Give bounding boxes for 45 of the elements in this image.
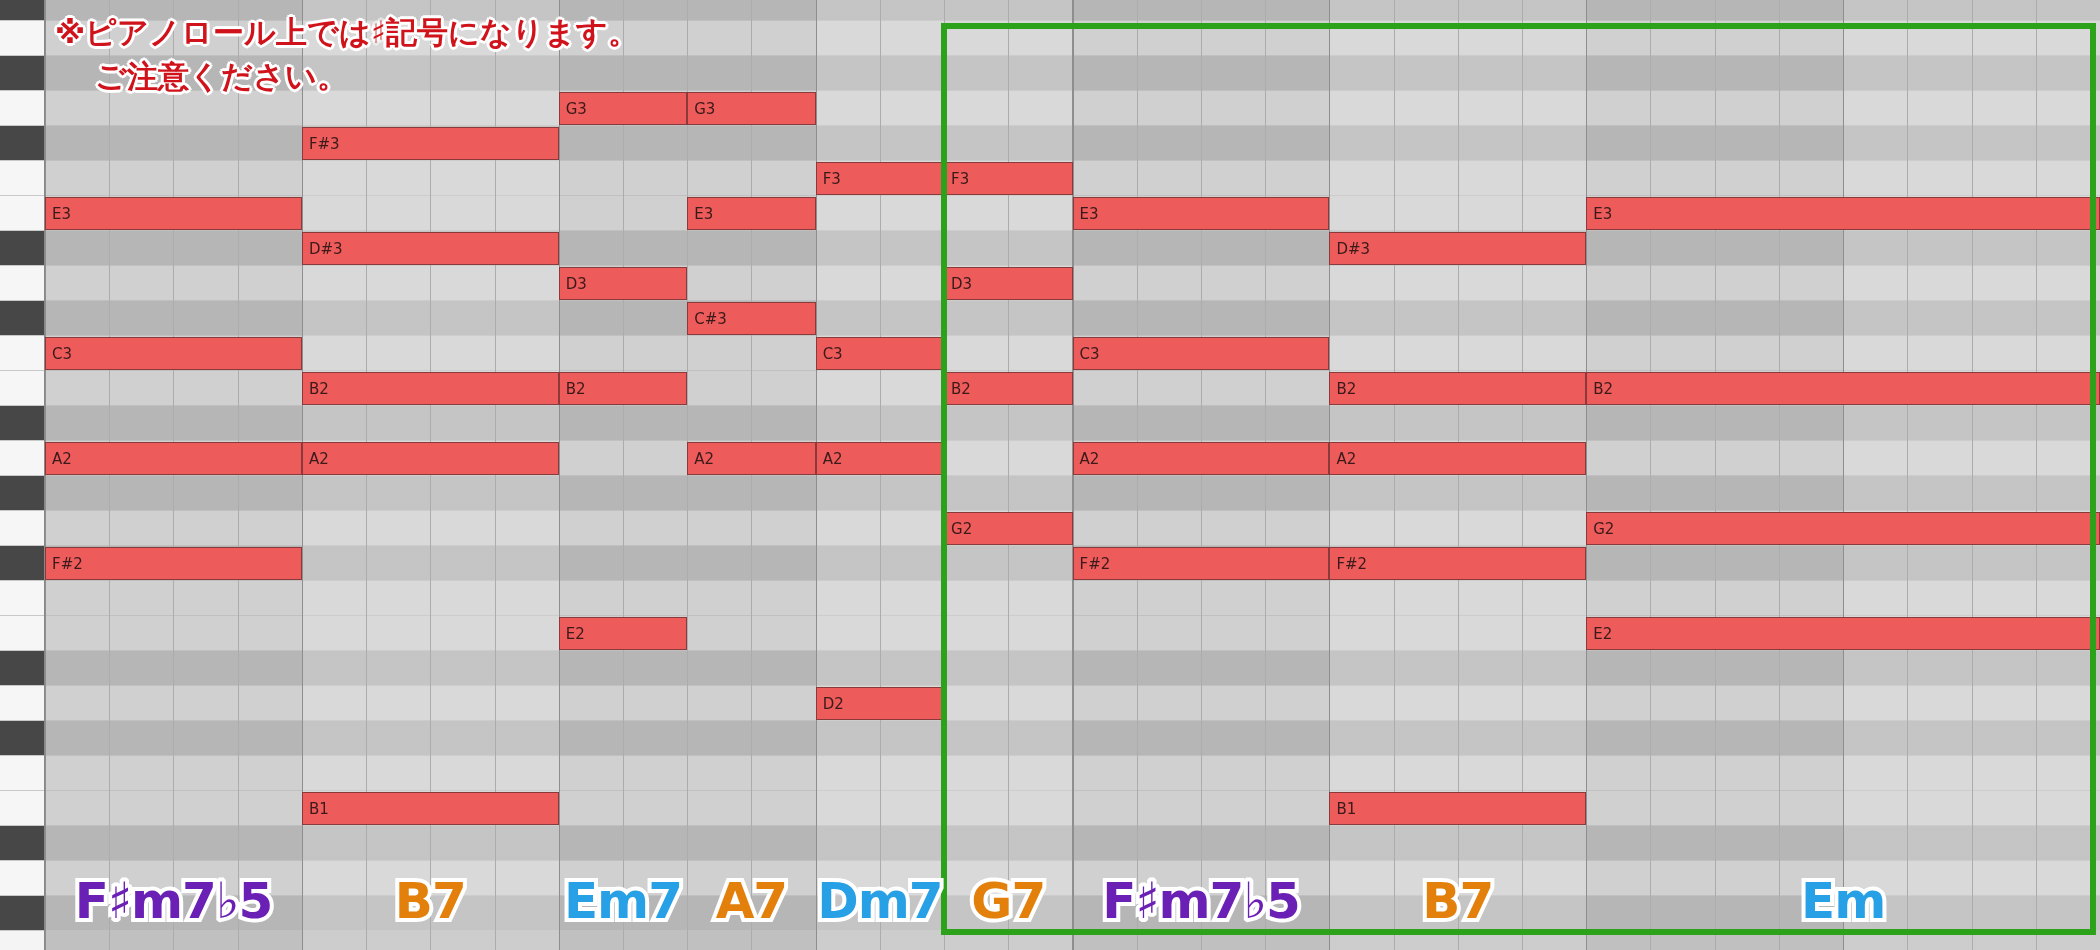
midi-note[interactable]: C3 xyxy=(45,337,302,370)
chord-name: A7 xyxy=(715,872,788,930)
midi-note[interactable]: D3 xyxy=(944,267,1073,300)
midi-note[interactable]: C3 xyxy=(1072,337,1330,370)
chord-name: F♯m7♭5 xyxy=(1102,872,1300,930)
midi-note[interactable]: C#3 xyxy=(687,302,816,335)
midi-note[interactable]: B2 xyxy=(1329,372,1587,405)
chord-name: Em xyxy=(1801,872,1886,930)
chord-name: Em7 xyxy=(563,872,682,930)
midi-note[interactable]: F#2 xyxy=(1329,547,1587,580)
midi-note[interactable]: E2 xyxy=(1586,617,2100,650)
midi-note[interactable]: A2 xyxy=(687,442,816,475)
midi-note[interactable]: A2 xyxy=(1329,442,1587,475)
chord-name: Dm7 xyxy=(817,872,943,930)
midi-note[interactable]: D#3 xyxy=(301,232,559,265)
chord-name: F♯m7♭5 xyxy=(74,872,273,930)
warning-note: ※ピアノロール上では♯記号になります。 xyxy=(55,13,640,52)
chord-name: B7 xyxy=(394,872,466,930)
chord-name: B7 xyxy=(1422,872,1494,930)
midi-note[interactable]: D#3 xyxy=(1329,232,1587,265)
midi-note[interactable]: E3 xyxy=(1072,197,1330,230)
midi-note[interactable]: B1 xyxy=(1329,792,1587,825)
midi-note[interactable]: A2 xyxy=(301,442,559,475)
midi-note[interactable]: E3 xyxy=(1586,197,2100,230)
warning-note: ご注意ください。 xyxy=(94,57,349,96)
midi-note[interactable]: B2 xyxy=(1586,372,2100,405)
midi-note[interactable]: E2 xyxy=(558,617,688,650)
midi-note[interactable]: A2 xyxy=(1072,442,1330,475)
midi-note[interactable]: G3 xyxy=(558,92,688,125)
midi-note[interactable]: G2 xyxy=(944,512,1073,545)
midi-note[interactable]: B2 xyxy=(301,372,559,405)
chord-name: G7 xyxy=(971,872,1046,930)
midi-note[interactable]: F#3 xyxy=(301,127,559,160)
midi-note[interactable]: F3 xyxy=(944,162,1073,195)
midi-note[interactable]: B2 xyxy=(944,372,1073,405)
midi-note[interactable]: G3 xyxy=(687,92,816,125)
midi-note[interactable]: A2 xyxy=(45,442,302,475)
midi-note[interactable]: E3 xyxy=(45,197,302,230)
midi-note[interactable]: B2 xyxy=(558,372,688,405)
midi-note[interactable]: D3 xyxy=(558,267,688,300)
midi-note[interactable]: B1 xyxy=(301,792,559,825)
midi-note[interactable]: F#2 xyxy=(45,547,302,580)
midi-note[interactable]: E3 xyxy=(687,197,816,230)
midi-note[interactable]: F#2 xyxy=(1072,547,1330,580)
midi-note[interactable]: G2 xyxy=(1586,512,2100,545)
